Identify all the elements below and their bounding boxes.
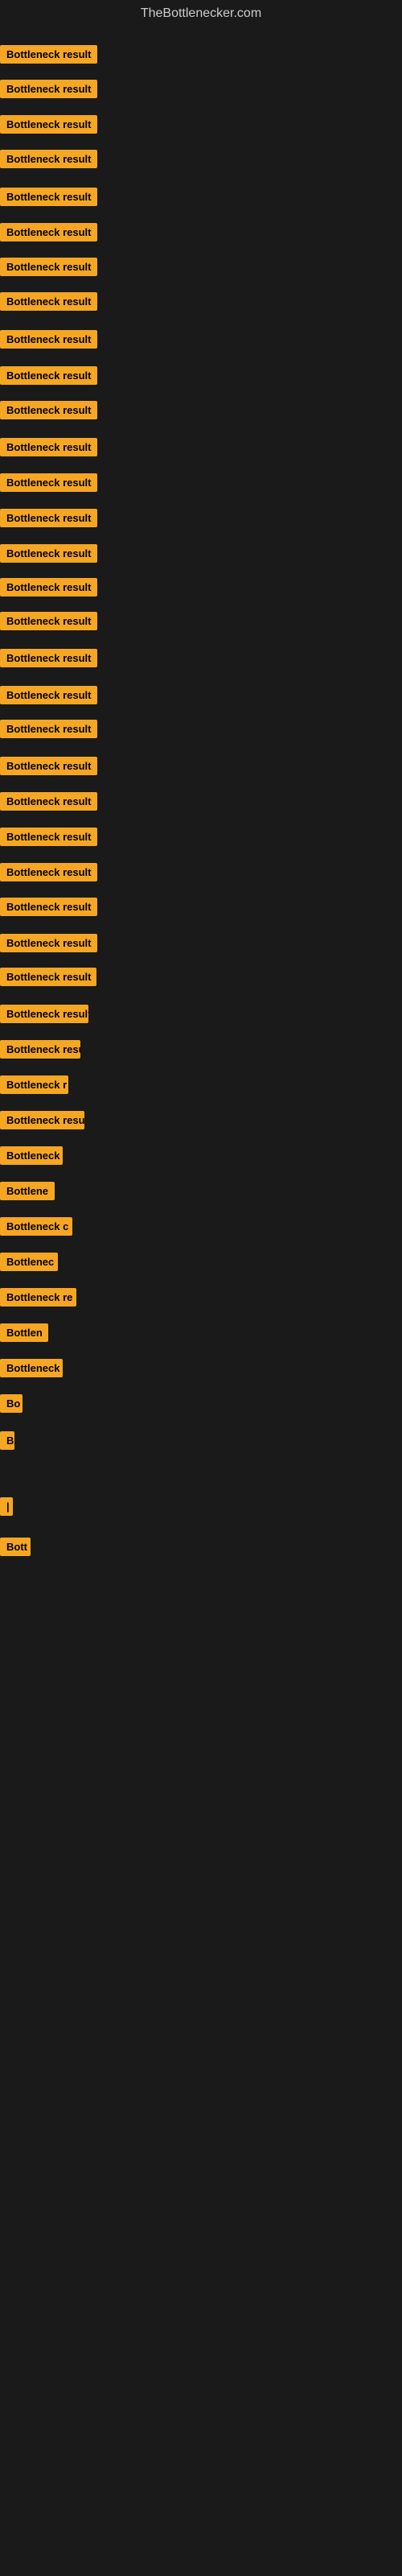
bottleneck-badge: Bottleneck result [0,792,97,811]
bottleneck-result-item: Bottleneck result [0,258,97,280]
bottleneck-badge: Bottleneck result [0,686,97,704]
bottleneck-result-item: | [0,1497,13,1520]
bottleneck-result-item: Bottleneck result [0,578,97,601]
bottleneck-badge: Bottlen [0,1323,48,1342]
bottleneck-badge: Bottleneck result [0,223,97,242]
bottleneck-badge: Bottlene [0,1182,55,1200]
bottleneck-badge: Bottleneck resul [0,1111,84,1129]
bottleneck-result-item: Bottlen [0,1323,48,1346]
bottleneck-result-item: Bottleneck result [0,649,97,671]
bottleneck-result-item: Bottleneck result [0,757,97,779]
bottleneck-badge: Bottleneck c [0,1217,72,1236]
bottleneck-badge: Bottleneck [0,1146,63,1165]
bottleneck-result-item: Bottleneck r [0,1075,68,1098]
bottleneck-badge: Bottleneck result [0,863,97,881]
bottleneck-badge: | [0,1497,13,1516]
bottleneck-result-item: Bottleneck result [0,686,97,708]
bottleneck-badge: Bott [0,1538,31,1556]
bottleneck-badge: Bottleneck result [0,968,96,986]
bottleneck-badge: Bottleneck result [0,80,97,98]
bottleneck-badge: Bottleneck result [0,898,97,916]
bottleneck-result-item: Bottlene [0,1182,55,1204]
bottleneck-badge: Bottleneck result [0,258,97,276]
bottleneck-badge: Bottleneck result [0,934,97,952]
bottleneck-badge: Bottleneck result [0,45,97,64]
bottleneck-result-item: Bottleneck re [0,1288,76,1311]
bottleneck-badge: Bottleneck result [0,509,97,527]
bottleneck-badge: Bottleneck [0,1359,63,1377]
bottleneck-result-item: Bottleneck result [0,1005,88,1027]
bottleneck-result-item: Bottleneck [0,1146,63,1169]
bottleneck-result-item: Bott [0,1538,31,1560]
bottleneck-result-item: Bottleneck result [0,720,97,742]
bottleneck-badge: Bottleneck result [0,150,97,168]
bottleneck-badge: Bottleneck result [0,188,97,206]
bottleneck-result-item: Bottleneck result [0,115,97,138]
bottleneck-badge: Bottleneck result [0,115,97,134]
bottleneck-result-item: Bottleneck [0,1359,63,1381]
bottleneck-result-item: B [0,1431,14,1454]
bottleneck-badge: Bottleneck r [0,1075,68,1094]
site-title: TheBottlenecker.com [0,0,402,27]
bottleneck-result-item: Bottleneck result [0,292,97,315]
bottleneck-result-item: Bottleneck result [0,366,97,389]
bottleneck-result-item: Bottleneck result [0,438,97,460]
bottleneck-result-item: Bottleneck result [0,544,97,567]
bottleneck-badge: Bottleneck result [0,578,97,597]
bottleneck-badge: Bottleneck result [0,401,97,419]
bottleneck-badge: Bottlenec [0,1253,58,1271]
bottleneck-result-item: Bottleneck result [0,330,97,353]
bottleneck-badge: Bottleneck result [0,828,97,846]
bottleneck-result-item: Bottleneck result [0,828,97,850]
bottleneck-result-item: Bo [0,1394,23,1417]
bottleneck-badge: Bottleneck re [0,1288,76,1307]
bottleneck-badge: Bottleneck result [0,649,97,667]
bottleneck-badge: Bottleneck result [0,612,97,630]
bottleneck-result-item: Bottleneck c [0,1217,72,1240]
bottleneck-badge: Bottleneck result [0,757,97,775]
bottleneck-result-item: Bottleneck result [0,792,97,815]
bottleneck-badge: Bottleneck result [0,544,97,563]
bottleneck-result-item: Bottleneck result [0,80,97,102]
bottleneck-result-item: Bottleneck result [0,934,97,956]
bottleneck-badge: Bottleneck result [0,1005,88,1023]
bottleneck-result-item: Bottleneck result [0,612,97,634]
bottleneck-badge: Bottleneck result [0,292,97,311]
bottleneck-result-item: Bottlenec [0,1253,58,1275]
bottleneck-result-item: Bottleneck result [0,968,96,990]
bottleneck-result-item: Bottleneck result [0,401,97,423]
bottleneck-result-item: Bottleneck result [0,223,97,246]
bottleneck-badge: Bottleneck result [0,438,97,456]
bottleneck-result-item: Bottleneck result [0,473,97,496]
bottleneck-result-item: Bottleneck result [0,1040,80,1063]
bottleneck-badge: Bottleneck result [0,330,97,349]
bottleneck-result-item: Bottleneck result [0,863,97,886]
bottleneck-result-item: Bottleneck result [0,898,97,920]
bottleneck-badge: Bottleneck result [0,473,97,492]
bottleneck-badge: Bottleneck result [0,720,97,738]
bottleneck-badge: Bottleneck result [0,366,97,385]
bottleneck-badge: Bo [0,1394,23,1413]
bottleneck-result-item: Bottleneck result [0,45,97,68]
bottleneck-badge: B [0,1431,14,1450]
bottleneck-result-item: Bottleneck result [0,150,97,172]
bottleneck-badge: Bottleneck result [0,1040,80,1059]
bottleneck-result-item: Bottleneck result [0,188,97,210]
bottleneck-result-item: Bottleneck result [0,509,97,531]
bottleneck-result-item: Bottleneck resul [0,1111,84,1133]
